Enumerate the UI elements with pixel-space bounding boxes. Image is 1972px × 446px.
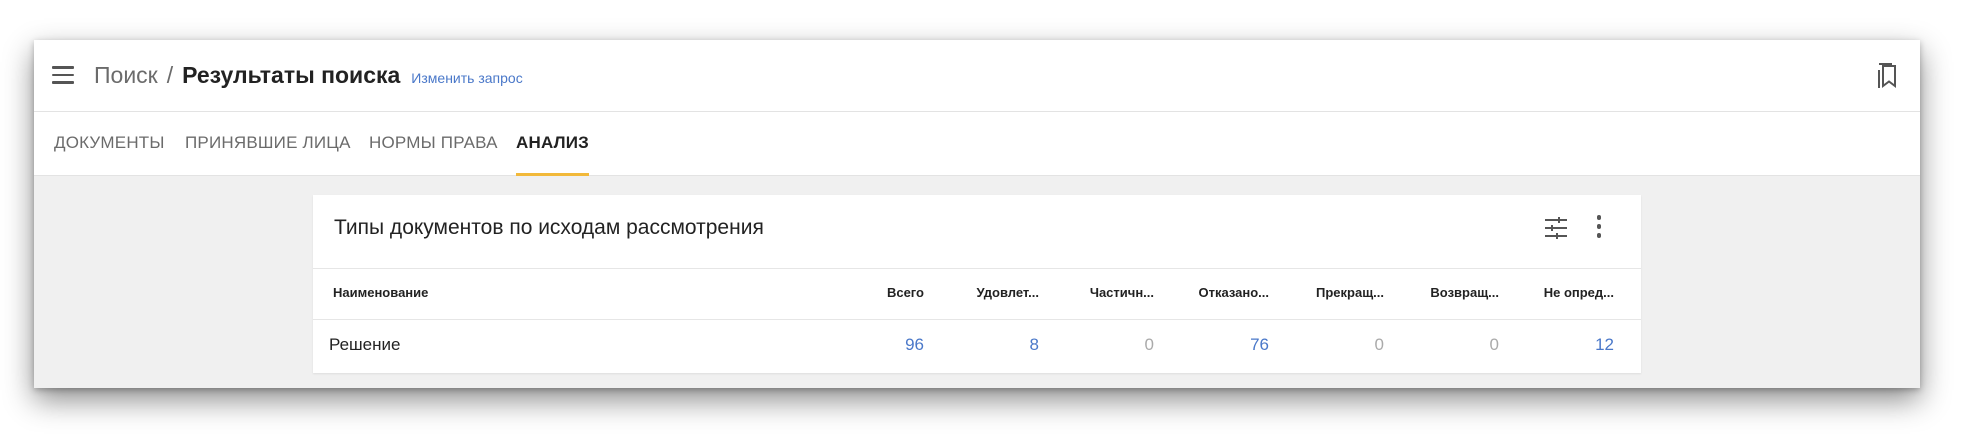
analysis-card: Типы документов по исходам рассмотрения … bbox=[313, 195, 1641, 373]
divider bbox=[313, 319, 1641, 320]
bookmark-icon[interactable] bbox=[1876, 62, 1900, 90]
tune-icon[interactable] bbox=[1543, 215, 1569, 241]
tab-analysis[interactable]: АНАЛИЗ bbox=[516, 112, 590, 176]
breadcrumb-separator: / bbox=[166, 62, 174, 88]
cell-total[interactable]: 96 bbox=[824, 335, 924, 355]
tab-authors[interactable]: ПРИНЯВШИЕ ЛИЦА bbox=[185, 112, 351, 176]
column-header-undetermined[interactable]: Не опред... bbox=[1514, 285, 1614, 300]
column-header-returned[interactable]: Возвращ... bbox=[1399, 285, 1499, 300]
column-header-refused[interactable]: Отказано... bbox=[1169, 285, 1269, 300]
breadcrumb: Поиск / Результаты поиска Изменить запро… bbox=[94, 62, 523, 89]
tab-documents[interactable]: ДОКУМЕНТЫ bbox=[54, 112, 165, 176]
card-title: Типы документов по исходам рассмотрения bbox=[334, 216, 764, 239]
divider bbox=[313, 268, 1641, 269]
tab-bar: ДОКУМЕНТЫ ПРИНЯВШИЕ ЛИЦА НОРМЫ ПРАВА АНА… bbox=[34, 112, 1920, 176]
cell-partial: 0 bbox=[1144, 335, 1154, 354]
app-window: Поиск / Результаты поиска Изменить запро… bbox=[34, 40, 1920, 388]
app-header: Поиск / Результаты поиска Изменить запро… bbox=[34, 40, 1920, 112]
column-header-total[interactable]: Всего bbox=[824, 285, 924, 300]
tab-legal-norms[interactable]: НОРМЫ ПРАВА bbox=[369, 112, 498, 176]
cell-undetermined[interactable]: 12 bbox=[1514, 335, 1614, 355]
page-title: Результаты поиска bbox=[182, 62, 401, 88]
column-header-name[interactable]: Наименование bbox=[333, 285, 428, 300]
cell-refused[interactable]: 76 bbox=[1169, 335, 1269, 355]
cell-satisfied[interactable]: 8 bbox=[939, 335, 1039, 355]
column-header-satisfied[interactable]: Удовлет... bbox=[939, 285, 1040, 300]
menu-icon[interactable] bbox=[52, 66, 74, 84]
more-vert-icon[interactable] bbox=[1595, 215, 1603, 241]
column-header-partial[interactable]: Частичн... bbox=[1054, 285, 1154, 300]
edit-query-link[interactable]: Изменить запрос bbox=[411, 70, 522, 86]
breadcrumb-root[interactable]: Поиск bbox=[94, 62, 158, 89]
table-row-name: Решение bbox=[329, 335, 401, 354]
column-header-terminated[interactable]: Прекращ... bbox=[1284, 285, 1384, 300]
cell-terminated: 0 bbox=[1374, 335, 1384, 354]
cell-returned: 0 bbox=[1489, 335, 1499, 354]
